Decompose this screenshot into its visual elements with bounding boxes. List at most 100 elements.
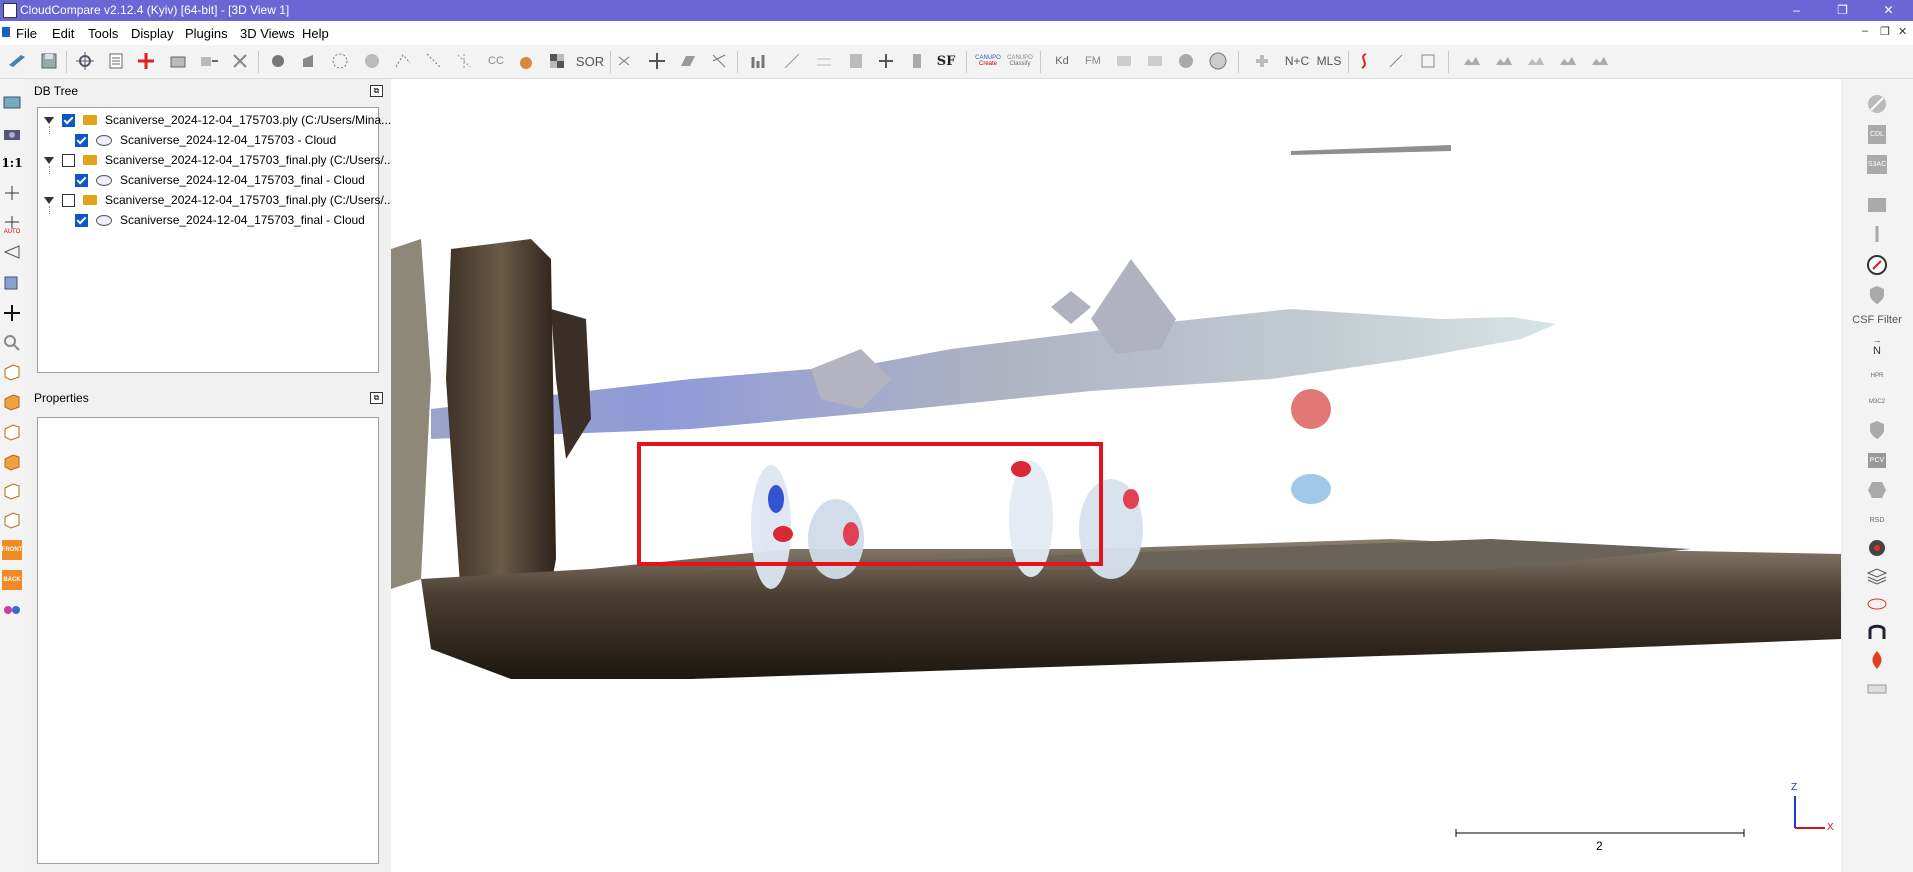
zoom-1-1-button[interactable]: 1:1 <box>1 153 22 173</box>
zoom-icon[interactable] <box>2 333 22 353</box>
collapse-arrow-icon[interactable] <box>44 156 54 164</box>
view-bottom-icon[interactable] <box>2 392 22 412</box>
tree-child-1[interactable]: Scaniverse_2024-12-04_175703_final - Clo… <box>75 171 365 189</box>
ellipse-icon[interactable] <box>1861 591 1893 617</box>
view-iso1-icon[interactable] <box>2 481 22 501</box>
terrain-2-icon[interactable] <box>1492 49 1516 73</box>
view-top-icon[interactable] <box>2 362 22 382</box>
terrain-4-icon[interactable] <box>1556 49 1580 73</box>
visibility-checkbox[interactable] <box>75 213 88 227</box>
camera-icon[interactable] <box>2 124 22 144</box>
add-sf-icon[interactable] <box>874 49 898 73</box>
tree-item-1[interactable]: Scaniverse_2024-12-04_175703_final.ply (… <box>44 151 394 169</box>
gear-icon[interactable] <box>1861 535 1893 561</box>
label-connected-components-icon[interactable]: CC <box>484 49 508 73</box>
menu-display[interactable]: Display <box>131 26 174 41</box>
pcv-button[interactable]: PCV <box>1861 447 1893 473</box>
canupo-create-button[interactable]: CANUPO Create <box>975 49 1001 73</box>
view-left-icon[interactable] <box>2 422 22 442</box>
arch-icon[interactable] <box>1861 619 1893 645</box>
canupo-classify-button[interactable]: CANUPO Classify <box>1007 49 1033 73</box>
menu-help[interactable]: Help <box>302 26 329 41</box>
menu-file[interactable]: File <box>16 26 37 41</box>
menu-3d-views[interactable]: 3D Views <box>240 26 295 41</box>
snake-icon[interactable] <box>1352 49 1376 73</box>
terrain-3-icon[interactable] <box>1524 49 1548 73</box>
cdl-button[interactable]: CDL <box>1861 121 1893 147</box>
puzzle-icon[interactable] <box>1250 49 1274 73</box>
m3c2-button[interactable]: M3C2 <box>1861 389 1893 415</box>
s3ac-button[interactable]: S3AC <box>1861 151 1893 177</box>
noise-icon[interactable] <box>452 49 476 73</box>
subsample-icon[interactable] <box>328 49 352 73</box>
visibility-checkbox[interactable] <box>62 193 75 207</box>
tree-item-2[interactable]: Scaniverse_2024-12-04_175703_final.ply (… <box>44 191 394 209</box>
fm-button[interactable]: FM <box>1081 49 1105 73</box>
pivot-icon[interactable] <box>2 183 22 203</box>
3d-view[interactable]: 2 Z X <box>391 79 1841 872</box>
add-point-icon[interactable] <box>134 49 158 73</box>
menu-plugins[interactable]: Plugins <box>185 26 228 41</box>
pin-icon[interactable] <box>1861 222 1893 248</box>
view-right-icon[interactable] <box>2 452 22 472</box>
maximize-button[interactable]: ❐ <box>1820 0 1865 21</box>
filter-icon[interactable] <box>422 49 446 73</box>
view-iso2-icon[interactable] <box>2 510 22 530</box>
auto-pivot-button[interactable]: AUTO <box>2 211 22 239</box>
delete-icon[interactable] <box>228 49 252 73</box>
sphere-icon[interactable] <box>1206 49 1230 73</box>
color-dots-icon[interactable] <box>2 600 22 620</box>
tree-child-0[interactable]: Scaniverse_2024-12-04_175703 - Cloud <box>75 131 336 149</box>
disk-icon[interactable] <box>1112 49 1136 73</box>
tree-item-0[interactable]: Scaniverse_2024-12-04_175703.ply (C:/Use… <box>44 111 391 129</box>
screen-view-icon[interactable] <box>2 93 22 113</box>
tree-child-2[interactable]: Scaniverse_2024-12-04_175703_final - Clo… <box>75 211 365 229</box>
no-entry-icon[interactable] <box>1861 91 1893 117</box>
shade-icon[interactable] <box>1174 49 1198 73</box>
perspective-icon[interactable] <box>2 242 22 262</box>
register-icon[interactable] <box>1416 49 1440 73</box>
view-front-button[interactable]: FRONT <box>2 540 22 560</box>
hpr-button[interactable]: HPR <box>1861 363 1893 389</box>
save-icon[interactable] <box>37 49 61 73</box>
menu-edit[interactable]: Edit <box>52 26 74 41</box>
float-panel-icon[interactable]: ⧉ <box>370 85 383 97</box>
fire-icon[interactable] <box>1861 647 1893 673</box>
cross-section-icon[interactable] <box>707 49 731 73</box>
view-back-button[interactable]: BACK <box>2 570 22 590</box>
hand-icon[interactable] <box>296 49 320 73</box>
stat-max-icon[interactable] <box>812 49 836 73</box>
merge-icon[interactable] <box>166 49 190 73</box>
mdi-close-button[interactable]: ✕ <box>1898 25 1907 38</box>
transform-icon[interactable] <box>73 49 97 73</box>
sample-icon[interactable] <box>266 49 290 73</box>
ruler-icon[interactable] <box>1861 675 1893 701</box>
section-icon[interactable] <box>1384 49 1408 73</box>
visibility-checkbox[interactable] <box>62 113 75 127</box>
normals-colors-button[interactable]: N+C <box>1282 49 1312 73</box>
scissors-icon[interactable] <box>613 49 637 73</box>
rsd-button[interactable]: RSD <box>1861 507 1893 533</box>
csf-filter-button[interactable]: CSF Filter <box>1849 307 1905 333</box>
close-button[interactable]: ✕ <box>1866 0 1911 21</box>
calculator-icon[interactable] <box>844 49 868 73</box>
minimize-button[interactable]: – <box>1774 0 1819 21</box>
cube-view-icon[interactable] <box>2 272 22 292</box>
visibility-checkbox[interactable] <box>75 133 88 147</box>
compass-icon[interactable] <box>1861 252 1893 278</box>
collapse-arrow-icon[interactable] <box>44 116 54 124</box>
mdi-minimize-button[interactable]: – <box>1862 25 1868 37</box>
mls-button[interactable]: MLS <box>1314 49 1344 73</box>
bag-icon[interactable] <box>514 49 538 73</box>
collapse-arrow-icon[interactable] <box>44 196 54 204</box>
terrain-5-icon[interactable] <box>1588 49 1612 73</box>
sf-button[interactable]: SF <box>934 49 958 73</box>
shield-2-icon[interactable] <box>1861 417 1893 443</box>
visibility-checkbox[interactable] <box>62 153 75 167</box>
float-panel-icon[interactable]: ⧉ <box>370 392 383 404</box>
visibility-checkbox[interactable] <box>75 173 88 187</box>
shield-icon[interactable] <box>1861 282 1893 308</box>
sf-list-icon[interactable] <box>905 49 929 73</box>
plane-icon[interactable] <box>676 49 700 73</box>
hexagon-icon[interactable] <box>1861 477 1893 503</box>
